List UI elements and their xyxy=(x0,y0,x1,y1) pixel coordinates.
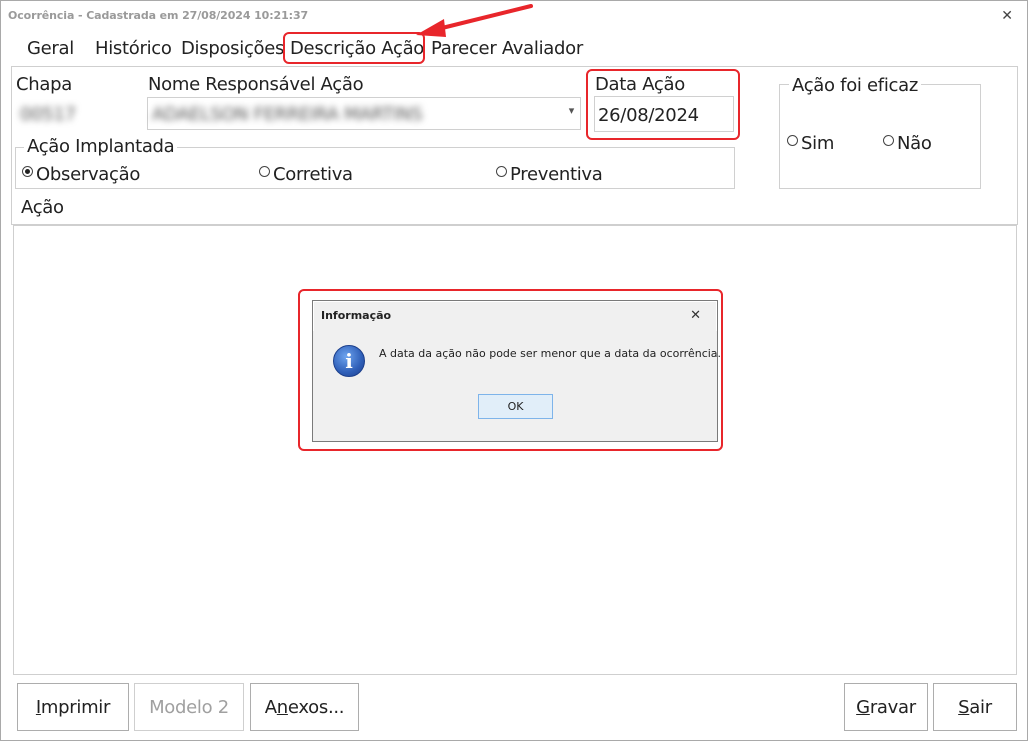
radio-observacao-label: Observação xyxy=(36,164,141,185)
radio-nao-circle[interactable] xyxy=(883,135,894,146)
anexos-label: exos... xyxy=(287,696,345,718)
radio-corretiva-circle[interactable] xyxy=(259,166,270,177)
close-icon[interactable]: ✕ xyxy=(1001,7,1013,24)
radio-sim-label: Sim xyxy=(801,133,835,154)
radio-observacao[interactable]: Observação xyxy=(22,164,140,185)
anexos-label-pre: A xyxy=(264,696,277,718)
gravar-accel: G xyxy=(856,696,870,718)
chevron-down-icon[interactable]: ▾ xyxy=(569,104,575,117)
responsavel-label: Nome Responsável Ação xyxy=(148,74,364,95)
info-icon: i xyxy=(333,345,365,377)
radio-sim[interactable]: Sim xyxy=(787,133,834,154)
acao-implantada-label: Ação Implantada xyxy=(24,136,178,157)
tab-historico[interactable]: Histórico xyxy=(95,38,172,59)
main-window: Ocorrência - Cadastrada em 27/08/2024 10… xyxy=(0,0,1028,741)
radio-observacao-circle[interactable] xyxy=(22,166,33,177)
radio-sim-circle[interactable] xyxy=(787,135,798,146)
gravar-label: ravar xyxy=(869,696,916,718)
tab-disposicoes[interactable]: Disposições xyxy=(181,38,284,59)
radio-nao[interactable]: Não xyxy=(883,133,932,154)
responsavel-value: ADAELSON FERREIRA MARTINS xyxy=(152,104,423,125)
sair-label: air xyxy=(969,696,992,718)
radio-corretiva[interactable]: Corretiva xyxy=(259,164,353,185)
dialog-message: A data da ação não pode ser menor que a … xyxy=(379,347,722,360)
chapa-field[interactable]: 00517 xyxy=(15,97,140,130)
acao-label: Ação xyxy=(21,197,64,218)
tab-highlight-box xyxy=(283,32,425,64)
radio-preventiva[interactable]: Preventiva xyxy=(496,164,603,185)
gravar-button[interactable]: Gravar xyxy=(844,683,928,731)
close-icon[interactable]: ✕ xyxy=(690,307,701,323)
anexos-accel: n xyxy=(276,696,288,718)
chapa-label: Chapa xyxy=(16,74,72,95)
tab-parecer-avaliador[interactable]: Parecer Avaliador xyxy=(431,38,583,59)
window-title: Ocorrência - Cadastrada em 27/08/2024 10… xyxy=(8,9,309,22)
radio-preventiva-circle[interactable] xyxy=(496,166,507,177)
responsavel-select[interactable]: ADAELSON FERREIRA MARTINS ▾ xyxy=(147,97,581,130)
info-dialog: Informação ✕ i A data da ação não pode s… xyxy=(312,300,721,442)
ok-button[interactable]: OK xyxy=(478,394,553,419)
acao-eficaz-label: Ação foi eficaz xyxy=(789,75,922,96)
radio-preventiva-label: Preventiva xyxy=(510,164,603,185)
modelo2-button[interactable]: Modelo 2 xyxy=(134,683,244,731)
dialog-body: i A data da ação não pode ser menor que … xyxy=(313,331,721,441)
radio-nao-label: Não xyxy=(897,133,932,154)
modelo2-label: Modelo 2 xyxy=(149,696,229,718)
imprimir-button[interactable]: Imprimir xyxy=(17,683,129,731)
chapa-value: 00517 xyxy=(20,104,76,125)
date-highlight-box xyxy=(586,69,740,140)
anexos-button[interactable]: An exos... xyxy=(250,683,359,731)
radio-corretiva-label: Corretiva xyxy=(273,164,353,185)
imprimir-label: mprimir xyxy=(40,696,111,718)
annotation-arrow xyxy=(416,4,533,37)
sair-button[interactable]: Sair xyxy=(933,683,1017,731)
sair-accel: S xyxy=(958,696,970,718)
dialog-title: Informação xyxy=(321,309,392,322)
tab-geral[interactable]: Geral xyxy=(27,38,74,59)
